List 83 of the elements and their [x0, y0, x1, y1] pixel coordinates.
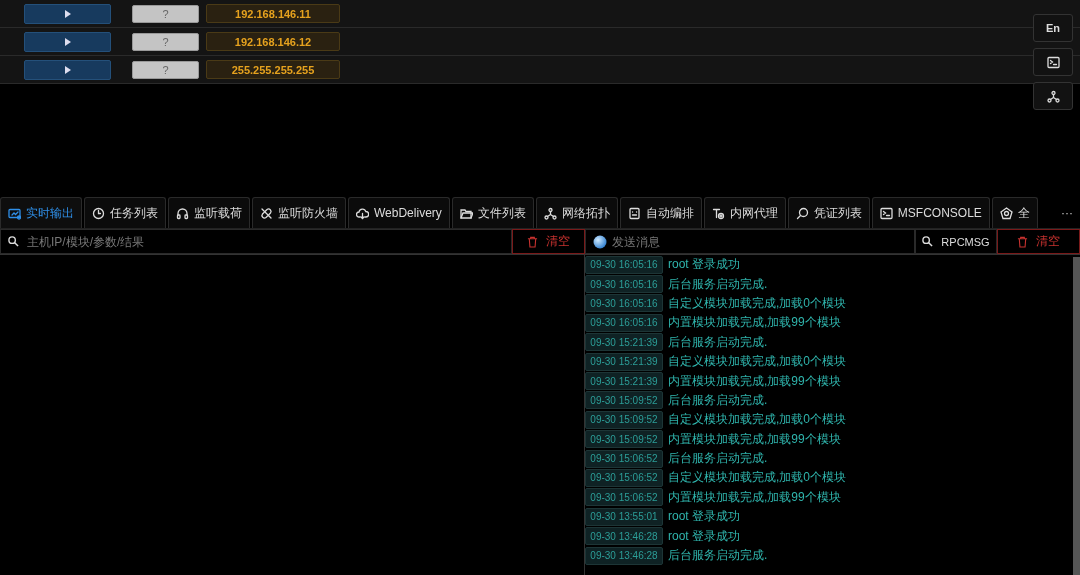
- cloud-download-icon: [356, 206, 369, 220]
- tab[interactable]: 监听防火墙: [252, 197, 346, 228]
- play-button[interactable]: [24, 3, 111, 24]
- log-message: 内置模块加载完成,加载99个模块: [668, 372, 841, 390]
- clear-button[interactable]: 清空: [512, 229, 585, 254]
- timestamp: 09-30 15:09:52: [585, 391, 663, 410]
- log-message: 自定义模块加载完成,加载0个模块: [668, 469, 846, 487]
- timestamp: 09-30 16:05:16: [585, 313, 663, 332]
- timestamp: 09-30 15:06:52: [585, 469, 663, 487]
- log-message: 内置模块加载完成,加载99个模块: [668, 430, 841, 448]
- status-badge: ?: [132, 60, 199, 79]
- log-message: 内置模块加载完成,加载99个模块: [668, 488, 841, 506]
- timestamp: 09-30 15:09:52: [585, 410, 663, 429]
- proxy-icon: [711, 206, 725, 220]
- timestamp: 09-30 16:05:16: [585, 255, 663, 274]
- timestamp: 09-30 13:46:28: [585, 546, 663, 565]
- log-message: 自定义模块加载完成,加载0个模块: [668, 411, 846, 429]
- timestamp: 09-30 15:09:52: [585, 430, 663, 449]
- topology-button[interactable]: [1033, 82, 1073, 110]
- clock-icon: [92, 206, 105, 220]
- timestamp: 09-30 15:06:52: [585, 488, 663, 507]
- trash-icon: [1017, 235, 1028, 248]
- log-message: 后台服务启动完成.: [668, 275, 768, 293]
- log-message: 后台服务启动完成.: [668, 391, 768, 409]
- search-icon: [922, 236, 934, 247]
- timestamp: 09-30 16:05:16: [585, 294, 663, 313]
- tab[interactable]: 网络拓扑: [535, 197, 618, 228]
- status-badge: ?: [132, 4, 199, 23]
- tab[interactable]: 文件列表: [451, 197, 534, 228]
- tab[interactable]: 实时输出: [0, 197, 82, 228]
- tab[interactable]: 任务列表: [84, 197, 166, 228]
- clear-button[interactable]: 清空: [997, 229, 1080, 254]
- log-message: 后台服务启动完成.: [668, 547, 768, 565]
- broken-link-icon: [260, 206, 273, 220]
- play-icon: [64, 37, 71, 46]
- timestamp: 09-30 16:05:16: [585, 275, 663, 294]
- search-icon: [795, 206, 809, 220]
- tab[interactable]: WebDelivery: [348, 197, 450, 228]
- terminal-icon: [879, 206, 893, 220]
- timestamp: 09-30 13:46:28: [585, 527, 663, 546]
- play-icon: [64, 65, 71, 74]
- more-tabs-button[interactable]: ···: [1054, 197, 1080, 228]
- tab[interactable]: 凭证列表: [787, 197, 870, 228]
- tab[interactable]: 全: [991, 197, 1038, 228]
- tab[interactable]: 自动编排: [619, 197, 702, 228]
- play-button[interactable]: [24, 59, 111, 80]
- pentagon-icon: [999, 206, 1013, 220]
- tab[interactable]: 内网代理: [703, 197, 786, 228]
- timestamp: 09-30 15:06:52: [585, 449, 663, 468]
- tab[interactable]: 监听载荷: [168, 197, 250, 228]
- network-icon: [543, 206, 557, 220]
- log-message: 后台服务启动完成.: [668, 333, 768, 351]
- log-message: 后台服务启动完成.: [668, 450, 768, 468]
- terminal-icon: [1046, 55, 1060, 69]
- log-message: root 登录成功: [668, 527, 740, 545]
- timestamp: 09-30 13:55:01: [585, 507, 663, 526]
- log-message: root 登录成功: [668, 256, 740, 274]
- log-message: 内置模块加载完成,加载99个模块: [668, 314, 841, 332]
- scrollbar[interactable]: [1073, 257, 1080, 575]
- timestamp: 09-30 15:21:39: [585, 352, 663, 371]
- network-icon: [1046, 89, 1060, 103]
- search-field[interactable]: 主机IP/模块/参数/结果: [0, 229, 512, 254]
- language-button[interactable]: En: [1033, 14, 1073, 42]
- play-icon: [64, 9, 71, 18]
- timestamp: 09-30 15:21:39: [585, 333, 663, 352]
- log-message: root 登录成功: [668, 508, 740, 526]
- headset-icon: [176, 206, 189, 220]
- robot-icon: [627, 206, 641, 220]
- tab[interactable]: MSFCONSOLE: [871, 197, 990, 228]
- status-badge: ?: [132, 32, 199, 51]
- ip-address: 192.168.146.11: [206, 4, 340, 23]
- timestamp: 09-30 15:21:39: [585, 372, 663, 391]
- log-message: 自定义模块加载完成,加载0个模块: [668, 294, 846, 312]
- play-button[interactable]: [24, 31, 111, 52]
- monitor-icon: [8, 206, 21, 220]
- ip-address: 192.168.146.12: [206, 32, 340, 51]
- ip-address: 255.255.255.255: [206, 60, 340, 79]
- message-field[interactable]: 发送消息: [585, 229, 915, 254]
- log-message: 自定义模块加载完成,加载0个模块: [668, 353, 846, 371]
- folder-icon: [459, 206, 473, 220]
- rpcmsg-button[interactable]: RPCMSG: [915, 229, 997, 254]
- trash-icon: [527, 235, 538, 248]
- terminal-button[interactable]: [1033, 48, 1073, 76]
